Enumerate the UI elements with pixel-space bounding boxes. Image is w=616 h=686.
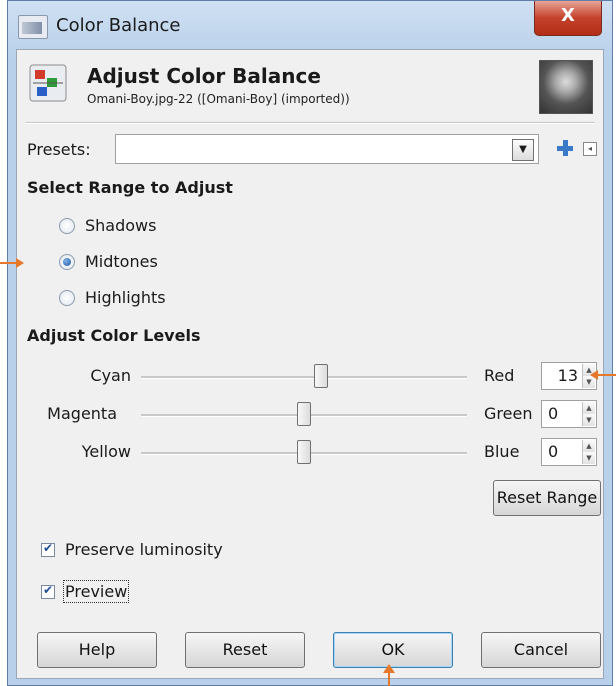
range-heading: Select Range to Adjust xyxy=(27,178,233,197)
add-preset-icon[interactable] xyxy=(555,138,575,158)
spin-up-icon[interactable]: ▲ xyxy=(583,440,595,452)
spin-down-icon[interactable]: ▼ xyxy=(583,452,595,464)
cancel-button[interactable]: Cancel xyxy=(481,632,601,668)
blue-value: 0 xyxy=(548,442,559,461)
green-value-spinner[interactable]: 0 ▲ ▼ xyxy=(541,400,597,428)
spin-down-icon[interactable]: ▼ xyxy=(583,414,595,426)
image-name: Omani-Boy.jpg-22 ([Omani-Boy] (imported)… xyxy=(87,92,350,106)
color-balance-icon xyxy=(29,64,67,102)
cyan-label: Cyan xyxy=(90,366,131,385)
blue-value-spinner[interactable]: 0 ▲ ▼ xyxy=(541,438,597,466)
yellow-label: Yellow xyxy=(81,442,131,461)
checkbox-checked[interactable] xyxy=(41,541,55,557)
red-label: Red xyxy=(484,366,515,385)
cyan-red-slider-handle[interactable] xyxy=(314,364,328,388)
green-label: Green xyxy=(484,404,533,423)
checkbox-checked[interactable] xyxy=(41,583,55,599)
cyan-red-track[interactable] xyxy=(141,376,467,379)
magenta-label: Magenta xyxy=(47,404,117,423)
annotation-arrow-ok xyxy=(383,664,395,686)
red-value-spinner[interactable]: 13 ▲ ▼ xyxy=(541,362,597,390)
magenta-green-slider-handle[interactable] xyxy=(297,402,311,426)
levels-heading: Adjust Color Levels xyxy=(27,326,201,345)
dialog-body: Adjust Color Balance Omani-Boy.jpg-22 ([… xyxy=(16,49,604,679)
reset-range-button[interactable]: Reset Range xyxy=(493,480,601,516)
chevron-down-icon[interactable]: ▼ xyxy=(512,139,534,161)
annotation-arrow-red-value xyxy=(590,370,616,380)
presets-combo[interactable]: ▼ xyxy=(115,134,539,164)
radio-button-selected[interactable] xyxy=(59,254,75,270)
dialog-heading: Adjust Color Balance xyxy=(87,64,321,88)
window-title: Color Balance xyxy=(56,15,181,36)
blue-label: Blue xyxy=(484,442,520,461)
presets-label: Presets: xyxy=(27,140,91,159)
spin-up-icon[interactable]: ▲ xyxy=(583,402,595,414)
reset-button[interactable]: Reset xyxy=(185,632,305,668)
help-button[interactable]: Help xyxy=(37,632,157,668)
ok-button[interactable]: OK xyxy=(333,632,453,668)
spinner-arrows[interactable]: ▲ ▼ xyxy=(582,440,595,464)
radio-button[interactable] xyxy=(59,218,75,234)
presets-menu-icon[interactable]: ◂ xyxy=(583,142,597,156)
close-button[interactable]: X xyxy=(534,1,602,36)
spinner-arrows[interactable]: ▲ ▼ xyxy=(582,402,595,426)
title-bar: Color Balance X xyxy=(8,1,612,49)
red-value: 13 xyxy=(557,366,578,385)
yellow-blue-slider-handle[interactable] xyxy=(297,440,311,464)
color-balance-window: Color Balance X Adjust Color Balance Oma… xyxy=(7,0,613,686)
image-thumbnail xyxy=(539,60,593,114)
annotation-arrow-midtones xyxy=(0,258,24,268)
header-divider xyxy=(25,122,595,124)
radio-button[interactable] xyxy=(59,290,75,306)
green-value: 0 xyxy=(548,404,559,423)
window-icon xyxy=(18,15,48,39)
